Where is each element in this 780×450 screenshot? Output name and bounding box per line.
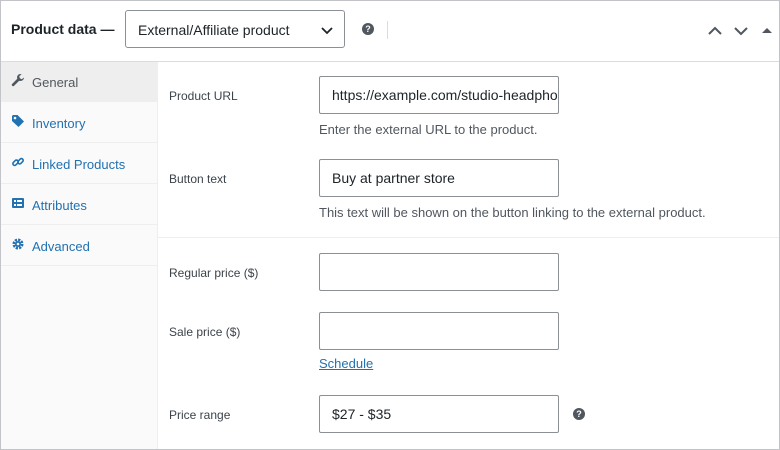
product-type-value: External/Affiliate product [138, 22, 290, 38]
schedule-link[interactable]: Schedule [319, 356, 373, 371]
button-text-input[interactable]: Buy at partner store [319, 159, 559, 197]
general-tab-panel: Product URL https://example.com/studio-h… [158, 62, 779, 449]
tab-label: Linked Products [32, 157, 126, 172]
product-data-tabs: General Inventory Linked Products Attrib… [1, 62, 158, 449]
tag-icon [12, 115, 24, 127]
price-range-input[interactable]: $27 - $35 [319, 395, 559, 433]
chevron-up-icon[interactable] [707, 23, 723, 39]
product-url-input[interactable]: https://example.com/studio-headphones [319, 76, 559, 114]
tab-linked-products[interactable]: Linked Products [1, 144, 157, 184]
tab-advanced[interactable]: Advanced [1, 226, 157, 266]
regular-price-input[interactable] [319, 253, 559, 291]
product-type-select[interactable]: External/Affiliate product [125, 10, 345, 48]
product-url-label: Product URL [169, 89, 238, 103]
sale-price-input[interactable] [319, 312, 559, 350]
panel-header: Product data — External/Affiliate produc… [1, 1, 779, 62]
collapse-toggle-icon[interactable] [761, 23, 773, 39]
panel-title: Product data — [11, 21, 115, 37]
tab-label: Advanced [32, 239, 90, 254]
chevron-down-icon[interactable] [733, 23, 749, 39]
tab-inventory[interactable]: Inventory [1, 103, 157, 143]
tab-label: Inventory [32, 116, 86, 131]
gear-icon [12, 238, 24, 250]
chevron-down-icon [321, 27, 333, 35]
tab-label: Attributes [32, 198, 87, 213]
sale-price-label: Sale price ($) [169, 325, 241, 339]
section-divider [158, 237, 779, 238]
wrench-icon [11, 74, 24, 87]
product-url-description: Enter the external URL to the product. [319, 122, 538, 137]
link-icon [12, 157, 24, 167]
tab-general[interactable]: General [1, 62, 157, 102]
regular-price-label: Regular price ($) [169, 266, 259, 280]
help-icon[interactable]: ? [573, 408, 585, 420]
button-text-label: Button text [169, 172, 227, 186]
tab-label: General [32, 75, 79, 90]
list-icon [12, 198, 24, 208]
product-data-panel: Product data — External/Affiliate produc… [0, 0, 780, 450]
price-range-label: Price range [169, 408, 231, 422]
tab-attributes[interactable]: Attributes [1, 185, 157, 225]
help-icon[interactable]: ? [362, 23, 374, 35]
button-text-description: This text will be shown on the button li… [319, 205, 706, 220]
header-divider [387, 21, 388, 39]
